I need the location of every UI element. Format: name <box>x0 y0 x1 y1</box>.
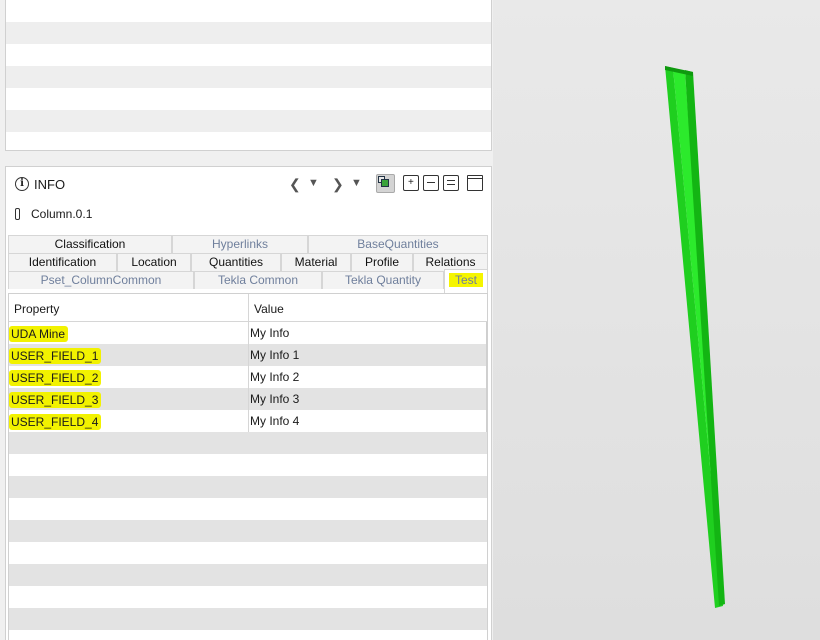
property-name: USER_FIELD_4 <box>9 414 102 430</box>
property-table: Property Value UDA Mine My Info USER_FIE… <box>8 293 488 640</box>
property-cell: USER_FIELD_4 <box>9 414 102 430</box>
value-cell: My Info <box>250 326 290 340</box>
column-header-value[interactable]: Value <box>254 302 284 316</box>
tab-test[interactable]: Test <box>444 269 488 293</box>
list-row <box>6 22 491 44</box>
list-row <box>6 88 491 110</box>
window-bar-icon <box>468 178 482 184</box>
property-cell: USER_FIELD_3 <box>9 392 102 408</box>
list-row <box>6 0 491 22</box>
top-list-panel <box>5 0 492 151</box>
column-header-property[interactable]: Property <box>14 302 59 316</box>
property-cell: USER_FIELD_2 <box>9 370 102 386</box>
value-cell: My Info 3 <box>250 392 300 406</box>
property-cell: USER_FIELD_1 <box>9 348 102 364</box>
empty-row <box>9 476 487 498</box>
property-name: UDA Mine <box>9 326 69 342</box>
list-row <box>6 132 491 150</box>
tab-location[interactable]: Location <box>117 253 191 271</box>
property-name: USER_FIELD_1 <box>9 348 102 364</box>
info-panel: i INFO ❮ ▼ ❯ ▼ + Column.0.1 Classificati… <box>5 166 492 640</box>
tab-test-label: Test <box>448 273 483 287</box>
plus-icon: + <box>408 177 414 188</box>
caret-down-icon[interactable]: ▼ <box>308 177 319 189</box>
empty-row <box>9 432 487 454</box>
value-cell: My Info 2 <box>250 370 300 384</box>
empty-row <box>9 608 487 630</box>
tab-material[interactable]: Material <box>281 253 351 271</box>
column-divider[interactable] <box>248 294 249 432</box>
window-icon[interactable] <box>467 175 483 191</box>
value-cell: My Info 1 <box>250 348 300 362</box>
viewport-canvas <box>665 66 725 608</box>
remove-from-set-icon[interactable] <box>423 175 439 191</box>
empty-row <box>9 542 487 564</box>
tab-hyperlinks[interactable]: Hyperlinks <box>172 235 308 253</box>
add-to-set-icon[interactable]: + <box>403 175 419 191</box>
caret-down-icon[interactable]: ▼ <box>351 177 362 189</box>
property-cell: UDA Mine <box>9 326 69 342</box>
empty-row <box>9 564 487 586</box>
list-row <box>6 66 491 88</box>
empty-row <box>9 454 487 476</box>
chevron-left-icon[interactable]: ❮ <box>289 176 301 193</box>
property-name: USER_FIELD_2 <box>9 370 102 386</box>
tab-tekla-common[interactable]: Tekla Common <box>194 271 322 289</box>
3d-viewport[interactable] <box>493 0 820 640</box>
isolate-3d-icon[interactable] <box>376 174 395 193</box>
info-header: i INFO ❮ ▼ ❯ ▼ + <box>6 167 491 201</box>
list-row <box>6 110 491 132</box>
minus-icon <box>427 182 435 188</box>
list-row <box>6 44 491 66</box>
clear-set-icon[interactable] <box>443 175 459 191</box>
cube-front-icon <box>381 179 389 187</box>
empty-row <box>9 586 487 608</box>
tab-classification[interactable]: Classification <box>8 235 172 253</box>
empty-row <box>9 520 487 542</box>
value-cell: My Info 4 <box>250 414 300 428</box>
lines-icon <box>447 180 455 185</box>
info-title: INFO <box>34 177 66 192</box>
tab-tekla-quantity[interactable]: Tekla Quantity <box>322 271 444 289</box>
tab-identification[interactable]: Identification <box>8 253 117 271</box>
tab-pset-columncommon[interactable]: Pset_ColumnCommon <box>8 271 194 289</box>
property-name: USER_FIELD_3 <box>9 392 102 408</box>
info-circle-icon: i <box>15 177 29 191</box>
column-entity-icon <box>15 208 20 220</box>
tab-profile[interactable]: Profile <box>351 253 413 271</box>
entity-label: Column.0.1 <box>31 207 93 221</box>
empty-row <box>9 498 487 520</box>
chevron-right-icon[interactable]: ❯ <box>332 176 344 193</box>
tab-basequantities[interactable]: BaseQuantities <box>308 235 488 253</box>
tab-quantities[interactable]: Quantities <box>191 253 281 271</box>
